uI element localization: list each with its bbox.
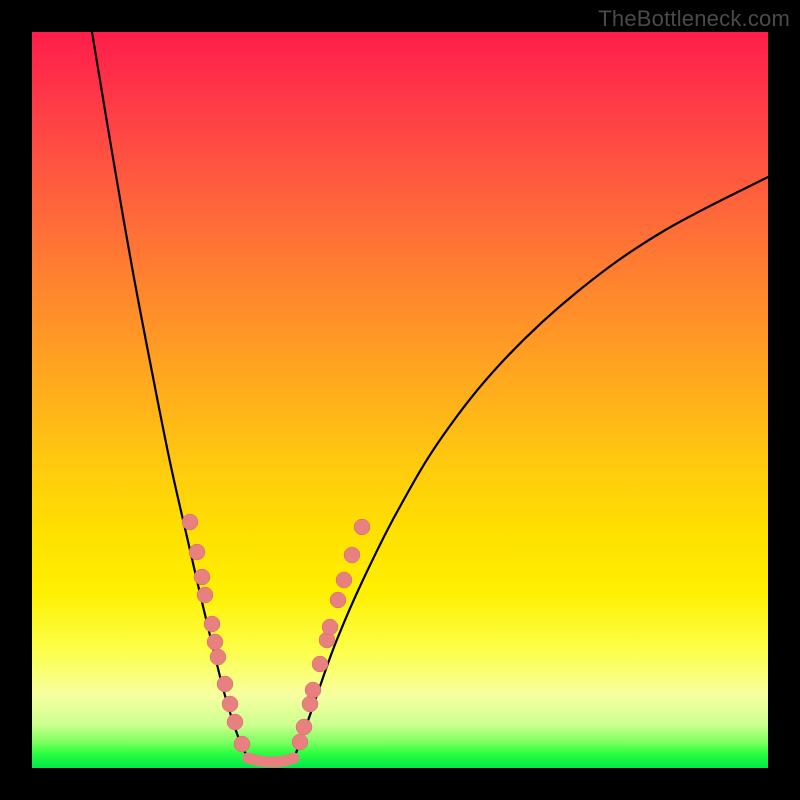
dots-left-group [182,514,250,752]
left-curve [92,32,248,758]
dots-right-group [292,519,370,750]
data-dot [330,592,346,608]
data-dot [222,696,238,712]
data-dot [197,587,213,603]
data-dot [302,696,318,712]
data-dot [292,734,308,750]
data-dot [354,519,370,535]
data-dot [217,676,233,692]
data-dot [194,569,210,585]
data-dot [305,682,321,698]
trough-marker [248,758,294,762]
data-dot [344,547,360,563]
right-curve [294,177,768,758]
watermark-text: TheBottleneck.com [598,6,790,32]
chart-svg [32,32,768,768]
data-dot [296,719,312,735]
outer-frame: TheBottleneck.com [0,0,800,800]
data-dot [207,634,223,650]
data-dot [234,736,250,752]
plot-area [32,32,768,768]
data-dot [182,514,198,530]
data-dot [227,714,243,730]
data-dot [336,572,352,588]
data-dot [204,616,220,632]
data-dot [322,619,338,635]
data-dot [312,656,328,672]
data-dot [210,649,226,665]
data-dot [189,544,205,560]
